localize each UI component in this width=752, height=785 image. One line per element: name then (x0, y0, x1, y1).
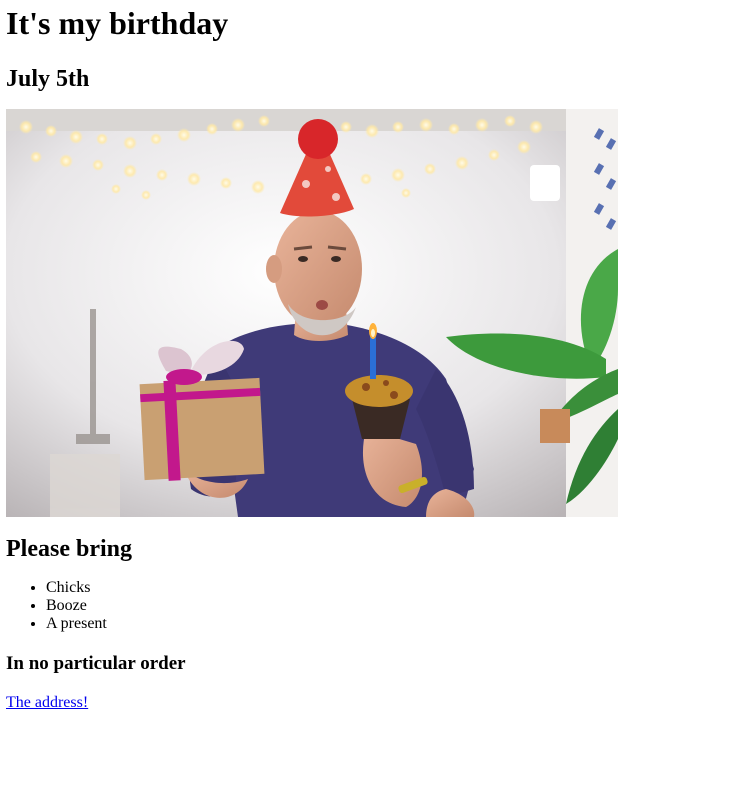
list-item: Chicks (46, 579, 746, 597)
date-heading: July 5th (6, 66, 90, 92)
list-item: Booze (46, 597, 746, 615)
candle-icon (370, 337, 376, 379)
list-item: A present (46, 615, 746, 633)
order-note: In no particular order (6, 653, 186, 674)
address-link[interactable]: The address! (6, 694, 88, 712)
bring-heading: Please bring (6, 536, 132, 562)
hat-pompom (298, 119, 338, 159)
bring-list: Chicks Booze A present (6, 579, 746, 633)
page: It's my birthday July 5th Please bring •… (0, 4, 752, 712)
page-title: It's my birthday (6, 5, 229, 41)
birthday-photo (6, 109, 618, 517)
head (274, 211, 362, 327)
